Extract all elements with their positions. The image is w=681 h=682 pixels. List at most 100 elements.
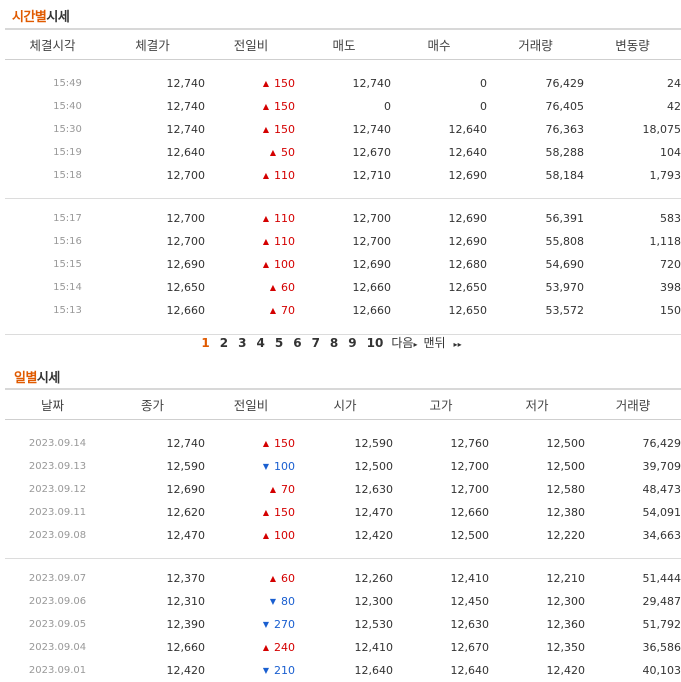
change-cell: ▲240	[205, 636, 297, 659]
volume-cell: 29,487	[585, 590, 681, 613]
table-row: 2023.09.0712,370▲6012,26012,41012,21051,…	[5, 567, 681, 590]
buy-cell: 0	[391, 95, 487, 118]
time-cell: 15:18	[5, 164, 100, 187]
bottom-spacer-cell	[5, 322, 681, 335]
close-cell: 12,620	[100, 501, 205, 524]
top-spacer	[5, 420, 681, 433]
page-link-2[interactable]: 2	[215, 336, 233, 350]
change-cell: ▲ 50	[205, 141, 297, 164]
page-link-5[interactable]: 5	[270, 336, 288, 350]
change-value: 100	[274, 258, 295, 271]
table-row: 2023.09.0512,390▼27012,53012,63012,36051…	[5, 613, 681, 636]
page-link-9[interactable]: 9	[343, 336, 361, 350]
up-triangle-icon: ▲	[263, 125, 269, 134]
open-cell: 12,630	[297, 478, 393, 501]
table-row: 2023.09.0112,420▼21012,64012,64012,42040…	[5, 659, 681, 682]
time-cell: 15:40	[5, 95, 100, 118]
buy-cell: 12,640	[391, 141, 487, 164]
time-table-body: 15:4912,740▲15012,740076,4292415:4012,74…	[5, 60, 681, 335]
table-row: 15:1612,700▲11012,70012,69055,8081,118	[5, 230, 681, 253]
open-cell: 12,410	[297, 636, 393, 659]
up-triangle-icon: ▲	[270, 574, 276, 583]
date-cell: 2023.09.14	[5, 432, 100, 455]
change-value: 240	[274, 641, 295, 654]
volume-cell: 56,391	[487, 207, 584, 230]
time-cell: 15:49	[5, 72, 100, 95]
change-cell: ▲60	[205, 567, 297, 590]
price-cell: 12,640	[100, 141, 205, 164]
time-cell: 15:17	[5, 207, 100, 230]
close-cell: 12,420	[100, 659, 205, 682]
sell-cell: 12,660	[297, 299, 391, 322]
page-link-7[interactable]: 7	[307, 336, 325, 350]
buy-cell: 12,680	[391, 253, 487, 276]
low-cell: 12,220	[489, 524, 585, 547]
change-value: 210	[274, 664, 295, 677]
low-cell: 12,420	[489, 659, 585, 682]
close-cell: 12,740	[100, 432, 205, 455]
up-triangle-icon: ▲	[270, 306, 276, 315]
open-cell: 12,500	[297, 455, 393, 478]
change-value: 110	[274, 169, 295, 182]
time-price-table: 체결시각 체결가 전일비 매도 매수 거래량 변동량 15:4912,740▲1…	[5, 28, 681, 335]
buy-cell: 12,650	[391, 299, 487, 322]
table-row: 15:1812,700▲11012,71012,69058,1841,793	[5, 164, 681, 187]
page-link-4[interactable]: 4	[251, 336, 269, 350]
up-triangle-icon: ▲	[263, 260, 269, 269]
page-link-6[interactable]: 6	[288, 336, 306, 350]
volume-cell: 39,709	[585, 455, 681, 478]
change-value: 270	[274, 618, 295, 631]
bottom-spacer	[5, 322, 681, 335]
time-cell: 15:13	[5, 299, 100, 322]
change-cell: ▲ 100	[205, 253, 297, 276]
change-value: 70	[281, 304, 295, 317]
volume-cell: 76,429	[487, 72, 584, 95]
low-cell: 12,360	[489, 613, 585, 636]
buy-cell: 12,650	[391, 276, 487, 299]
high-cell: 12,670	[393, 636, 489, 659]
pagination-links: 12345678910다음▸맨뒤▸▸	[196, 334, 464, 351]
change-cell: ▼270	[205, 613, 297, 636]
date-cell: 2023.09.13	[5, 455, 100, 478]
up-triangle-icon: ▲	[270, 148, 276, 157]
next-link[interactable]: 다음▸	[388, 336, 420, 350]
change-value: 110	[274, 212, 295, 225]
date-cell: 2023.09.06	[5, 590, 100, 613]
high-cell: 12,700	[393, 478, 489, 501]
sell-cell: 12,740	[297, 72, 391, 95]
buy-cell: 0	[391, 72, 487, 95]
page-link-3[interactable]: 3	[233, 336, 251, 350]
change-cell: ▲110	[205, 164, 297, 187]
sell-cell: 12,690	[297, 253, 391, 276]
group-divider-cell	[5, 547, 681, 567]
table-row: 15:1512,690▲10012,69012,68054,690720	[5, 253, 681, 276]
buy-cell: 12,640	[391, 118, 487, 141]
open-cell: 12,420	[297, 524, 393, 547]
table-row: 2023.09.1412,740▲15012,59012,76012,50076…	[5, 432, 681, 455]
low-cell: 12,350	[489, 636, 585, 659]
page-link-8[interactable]: 8	[325, 336, 343, 350]
change-cell: ▲150	[205, 95, 297, 118]
volume-cell: 76,429	[585, 432, 681, 455]
low-cell: 12,300	[489, 590, 585, 613]
sell-cell: 12,710	[297, 164, 391, 187]
price-cell: 12,740	[100, 72, 205, 95]
low-cell: 12,500	[489, 455, 585, 478]
table-row: 2023.09.1312,590▼10012,50012,70012,50039…	[5, 455, 681, 478]
table-row: 15:1312,660▲7012,66012,65053,572150	[5, 299, 681, 322]
down-triangle-icon: ▼	[263, 462, 269, 471]
row-divider	[5, 198, 681, 199]
change-value: 100	[274, 460, 295, 473]
time-cell: 15:15	[5, 253, 100, 276]
daily-price-table: 날짜 종가 전일비 시가 고가 저가 거래량 2023.09.1412,740▲…	[5, 388, 681, 682]
change-value: 50	[281, 146, 295, 159]
up-triangle-icon: ▲	[263, 214, 269, 223]
last-link[interactable]: 맨뒤▸▸	[420, 336, 464, 350]
page-link-1[interactable]: 1	[196, 336, 214, 350]
date-cell: 2023.09.01	[5, 659, 100, 682]
page-link-10[interactable]: 10	[362, 336, 389, 350]
open-cell: 12,530	[297, 613, 393, 636]
price-cell: 12,700	[100, 164, 205, 187]
price-cell: 12,740	[100, 95, 205, 118]
change-cell: ▲150	[205, 432, 297, 455]
